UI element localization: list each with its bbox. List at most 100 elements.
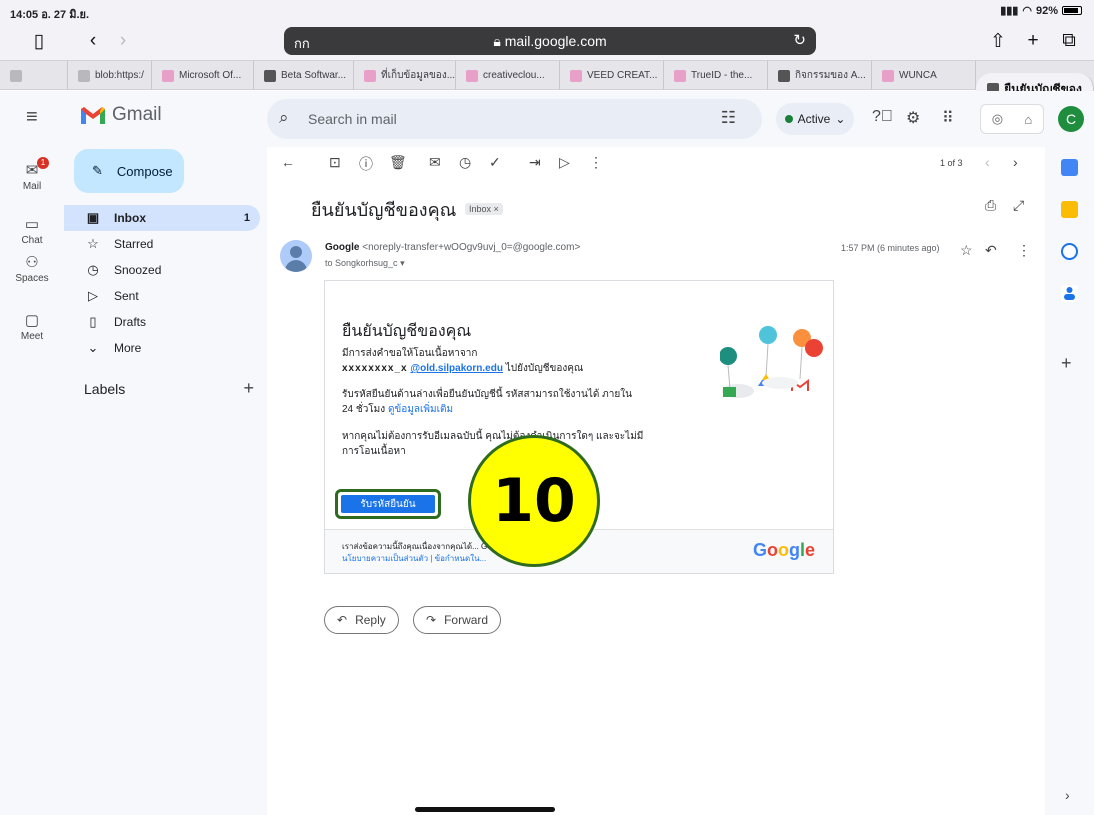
add-label-icon[interactable]: + [243,378,254,399]
older-icon[interactable]: › [1013,154,1018,170]
mail-nav: ✎ Compose ▣ Inbox 1 ☆ Starred ◷ Snoozed … [64,147,267,815]
nav-item-sent[interactable]: ▷ Sent [64,283,260,309]
star-icon[interactable]: ☆ [960,242,973,259]
forward-button[interactable]: ↷ Forward [413,606,502,634]
tab-item[interactable]: TrueID - the... [664,61,768,90]
sidebar-toggle-icon[interactable]: ▯ [26,28,52,54]
tab-item[interactable]: ที่เก็บข้อมูลของ... [354,61,456,90]
rail-meet[interactable]: ▢ Meet [0,311,64,342]
add-addon-icon[interactable]: + [1061,353,1072,374]
tab-item[interactable]: Microsoft Of... [152,61,254,90]
get-verification-code-button[interactable]: รับรหัสยืนยัน [341,495,435,513]
forward-icon: ↷ [426,613,437,627]
side-panel-rail: + › [1045,147,1094,815]
sender-address: <noreply-transfer+wOOgv9uvj_0=@google.co… [362,242,581,253]
back-arrow-icon[interactable]: ← [281,154,295,170]
search-bar[interactable]: ⌕ Search in mail ☷ [267,99,762,139]
newer-icon[interactable]: ‹ [985,154,990,170]
labels-section: Labels + [84,378,254,399]
reply-icon[interactable]: ↶ [985,242,997,259]
snooze-icon[interactable]: ◷ [459,154,471,171]
inbox-icon: ▣ [86,210,100,225]
address-bar[interactable]: กก 🔒︎ mail.google.com ↻ [284,27,816,55]
tabs-overview-icon[interactable]: ⧉ [1056,28,1082,54]
nav-item-drafts[interactable]: ▯ Drafts [64,309,260,335]
message-time: 1:57 PM (6 minutes ago) [841,243,940,253]
status-dropdown[interactable]: Active ⌄ [776,103,854,135]
learn-more-link[interactable]: ดูข้อมูลเพิ่มเติม [388,404,453,415]
apps-grid-icon[interactable]: ⠿ [942,108,954,128]
menu-icon[interactable]: ≡ [26,106,38,129]
nav-item-inbox[interactable]: ▣ Inbox 1 [64,205,260,231]
status-label: Active [797,112,831,126]
open-new-window-icon[interactable]: ⤢ [1013,197,1024,214]
contacts-icon[interactable] [1061,285,1078,302]
nav-item-more[interactable]: ⌄ More [64,335,260,361]
footer-policy-links[interactable]: นโยบายความเป็นส่วนตัว | ข้อกำหนดใน... [342,552,486,565]
forward-icon[interactable]: › [110,28,136,54]
delete-icon[interactable]: 🗑︎ [389,154,407,171]
email-paragraph-2: รับรหัสยืนยันด้านล่างเพื่อยืนยันบัญชีนี้… [342,389,632,415]
label-icon[interactable]: ▷ [559,154,570,171]
lock-icon: 🔒︎ [493,33,501,49]
tab-item[interactable]: VEED CREAT... [560,61,664,90]
tab-item[interactable]: WUNCA [872,61,976,90]
reply-button[interactable]: ↶ Reply [324,606,399,634]
tab-item[interactable]: creativeclou... [456,61,560,90]
google-apps-illustration-icon [720,326,823,398]
move-to-icon[interactable]: ⇥ [529,154,541,171]
organization-logo[interactable]: ◎ ⌂ [980,104,1044,134]
tab-item[interactable]: กิจกรรมของ A... [768,61,872,90]
nav-item-starred[interactable]: ☆ Starred [64,231,260,257]
chat-icon: ▭ [24,216,40,233]
add-task-icon[interactable]: ✓ [489,154,501,171]
caret-down-icon: ▾ [400,258,405,268]
email-heading: ยืนยันบัญชีของคุณ [342,323,472,340]
rail-chat[interactable]: ▭ Chat [0,215,64,246]
chevron-down-icon: ⌄ [835,112,846,126]
status-date: อ. 27 มิ.ย. [41,9,90,21]
search-icon[interactable]: ⌕ [279,108,289,128]
tab-item[interactable]: blob:https:/ [68,61,152,90]
mark-unread-icon[interactable]: ✉ [429,154,441,171]
more-vert-icon[interactable]: ⋮ [589,154,603,171]
help-icon[interactable]: ?⃝ [872,108,893,126]
rail-spaces[interactable]: ⚇ Spaces [0,253,64,284]
sender-avatar [280,240,312,272]
tasks-icon[interactable] [1061,243,1078,260]
report-spam-icon[interactable]: ⓘ [359,154,373,174]
tab-item[interactable] [0,61,68,90]
recipient-line[interactable]: to Songkorhsug_c ▾ [325,258,405,269]
rail-mail[interactable]: ✉ 1 Mail [0,157,64,192]
tab-item[interactable]: Beta Softwar... [254,61,354,90]
tab-strip: blob:https:/ Microsoft Of... Beta Softwa… [0,60,1094,105]
show-side-panel-icon[interactable]: › [1065,787,1070,803]
source-domain-link[interactable]: @old.silpakorn.edu [410,363,503,374]
calendar-icon[interactable] [1061,159,1078,176]
compose-button[interactable]: ✎ Compose [74,149,184,193]
new-tab-icon[interactable]: + [1020,28,1046,54]
back-icon[interactable]: ‹ [80,28,106,54]
share-icon[interactable]: ⇧ [985,28,1011,54]
signal-icon: ▮▮▮ [1000,5,1019,17]
print-icon[interactable]: ⎙ [985,197,996,214]
search-input[interactable]: Search in mail [308,111,397,127]
battery-percent: 92% [1035,4,1058,17]
message-subject: ยืนยันบัญชีของคุณ [311,200,457,220]
masked-username: xxxxxxxx_x [342,363,408,374]
nav-item-snoozed[interactable]: ◷ Snoozed [64,257,260,283]
archive-icon[interactable]: ⊡ [329,154,341,171]
sender-name: Google [325,242,360,253]
more-vert-icon[interactable]: ⋮ [1017,242,1031,259]
search-options-icon[interactable]: ☷ [721,108,736,128]
send-icon: ▷ [88,288,98,303]
reload-icon[interactable]: ↻ [793,31,806,49]
gmail-logo[interactable]: Gmail [80,104,162,126]
pencil-icon: ✎ [92,163,103,178]
chevron-down-icon: ⌄ [87,340,99,355]
inbox-chip[interactable]: Inbox × [465,203,503,215]
gear-icon[interactable]: ⚙ [906,108,920,128]
keep-icon[interactable] [1061,201,1078,218]
account-avatar[interactable]: C [1058,106,1084,132]
mail-icon: ✉ [25,162,39,179]
